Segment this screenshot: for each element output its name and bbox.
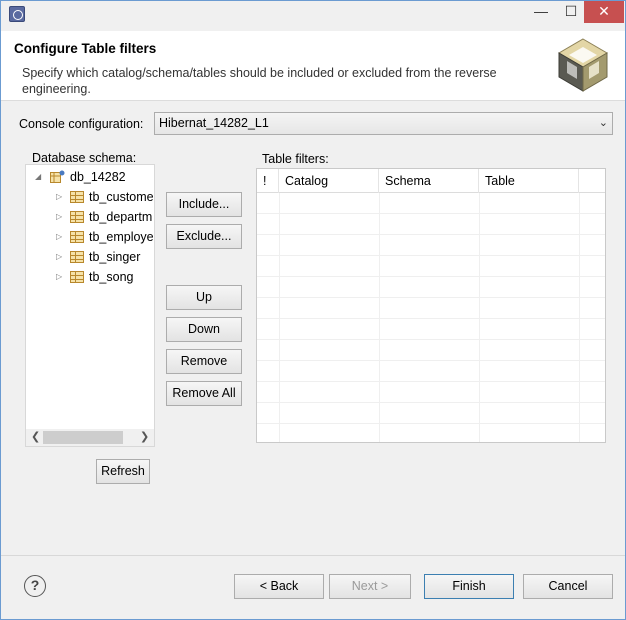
tree-node-db-label: db_14282	[70, 170, 126, 184]
help-icon[interactable]: ?	[24, 575, 46, 597]
column-gridline	[579, 193, 580, 442]
finish-button[interactable]: Finish	[424, 574, 514, 599]
table-icon	[70, 251, 84, 263]
column-header-table[interactable]: Table	[479, 169, 579, 193]
tree-node-table-label: tb_singer	[89, 250, 141, 264]
eclipse-app-icon	[9, 6, 25, 22]
scrollbar-thumb[interactable]	[43, 431, 123, 444]
table-row	[257, 277, 605, 298]
table-icon	[70, 211, 84, 223]
title-bar: — ☐ ✕	[1, 1, 625, 27]
table-row	[257, 319, 605, 340]
table-icon	[70, 231, 84, 243]
table-row	[257, 298, 605, 319]
column-header-exclude[interactable]: !	[257, 169, 279, 193]
tree-node-table[interactable]: ▷ tb_custome	[26, 187, 154, 207]
table-row	[257, 256, 605, 277]
exclude-button[interactable]: Exclude...	[166, 224, 242, 249]
column-gridline	[279, 193, 280, 442]
database-schema-label: Database schema:	[32, 151, 137, 165]
collapsed-triangle-icon[interactable]: ▷	[56, 247, 62, 267]
minimize-button[interactable]: —	[526, 1, 556, 23]
table-icon	[70, 271, 84, 283]
table-row	[257, 214, 605, 235]
up-button[interactable]: Up	[166, 285, 242, 310]
maximize-button[interactable]: ☐	[556, 1, 586, 23]
table-row	[257, 403, 605, 424]
tree-node-table-label: tb_departm	[89, 210, 153, 224]
tree-node-table[interactable]: ▷ tb_singer	[26, 247, 154, 267]
table-filters-label: Table filters:	[262, 152, 329, 166]
tree-horizontal-scrollbar[interactable]: ❮ ❯	[26, 429, 154, 446]
close-button[interactable]: ✕	[584, 1, 624, 23]
table-icon	[70, 191, 84, 203]
column-header-catalog[interactable]: Catalog	[279, 169, 379, 193]
table-row	[257, 193, 605, 214]
table-filters-table[interactable]: ! Catalog Schema Table	[256, 168, 606, 443]
tree-node-table-label: tb_song	[89, 270, 134, 284]
refresh-button[interactable]: Refresh	[96, 459, 150, 484]
remove-all-button[interactable]: Remove All	[166, 381, 242, 406]
collapsed-triangle-icon[interactable]: ▷	[56, 207, 62, 227]
collapsed-triangle-icon[interactable]: ▷	[56, 267, 62, 287]
wizard-header: Configure Table filters Specify which ca…	[1, 31, 625, 101]
database-schema-tree: ◢ db_14282 ▷ tb_custome ▷ tb_departm ▷ tb_emp…	[25, 164, 155, 447]
console-configuration-label: Console configuration:	[19, 117, 144, 131]
tree-node-table-label: tb_employe	[89, 230, 154, 244]
down-button[interactable]: Down	[166, 317, 242, 342]
table-row	[257, 361, 605, 382]
column-gridline	[379, 193, 380, 442]
scroll-left-icon[interactable]: ❮	[31, 430, 40, 443]
console-configuration-value: Hibernat_14282_L1	[159, 116, 269, 130]
database-icon	[50, 170, 65, 183]
collapsed-triangle-icon[interactable]: ▷	[56, 227, 62, 247]
table-row	[257, 340, 605, 361]
chevron-down-icon: ⌄	[598, 117, 608, 129]
tree-node-table[interactable]: ▷ tb_employe	[26, 227, 154, 247]
table-row	[257, 382, 605, 403]
console-configuration-select[interactable]: Hibernat_14282_L1 ⌄	[154, 112, 613, 135]
column-gridline	[479, 193, 480, 442]
footer-separator	[1, 555, 625, 556]
table-row	[257, 235, 605, 256]
column-header-schema[interactable]: Schema	[379, 169, 479, 193]
tree-node-table-label: tb_custome	[89, 190, 154, 204]
table-filters-header: ! Catalog Schema Table	[257, 169, 605, 193]
tree-node-table[interactable]: ▷ tb_departm	[26, 207, 154, 227]
scroll-right-icon[interactable]: ❯	[140, 430, 149, 443]
cancel-button[interactable]: Cancel	[523, 574, 613, 599]
hibernate-cube-icon	[558, 38, 608, 92]
back-button[interactable]: < Back	[234, 574, 324, 599]
collapsed-triangle-icon[interactable]: ▷	[56, 187, 62, 207]
schema-tree-list: ◢ db_14282 ▷ tb_custome ▷ tb_departm ▷ tb_emp…	[26, 167, 154, 429]
tree-node-table[interactable]: ▷ tb_song	[26, 267, 154, 287]
wizard-window: — ☐ ✕ Configure Table filters Specify wh…	[0, 0, 626, 620]
next-button[interactable]: Next >	[329, 574, 411, 599]
table-row	[257, 424, 605, 442]
remove-button[interactable]: Remove	[166, 349, 242, 374]
page-title: Configure Table filters	[14, 41, 157, 56]
tree-node-db[interactable]: ◢ db_14282	[26, 167, 154, 187]
page-description: Specify which catalog/schema/tables shou…	[22, 66, 497, 96]
include-button[interactable]: Include...	[166, 192, 242, 217]
expanded-triangle-icon[interactable]: ◢	[35, 167, 41, 187]
